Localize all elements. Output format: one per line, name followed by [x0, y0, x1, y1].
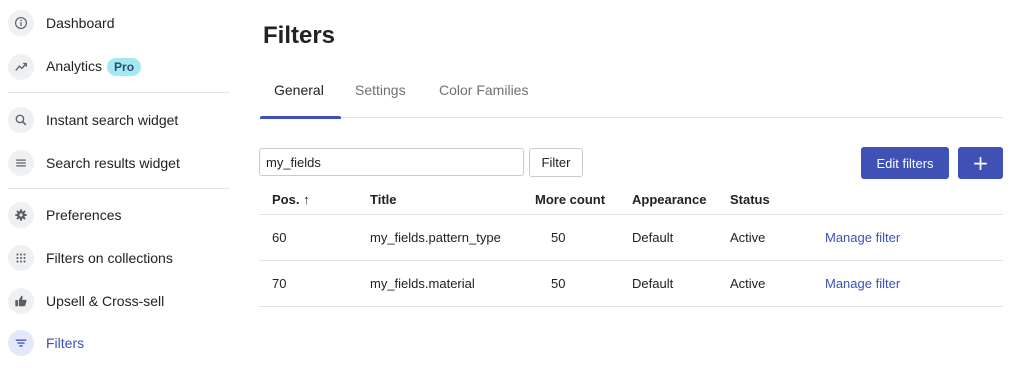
sidebar-item-filters[interactable]: Filters	[8, 327, 230, 359]
filter-button[interactable]: Filter	[529, 148, 583, 177]
sidebar-item-search-results-widget[interactable]: Search results widget	[8, 147, 230, 179]
search-input[interactable]	[259, 148, 524, 176]
manage-filter-link[interactable]: Manage filter	[825, 276, 900, 291]
cell-title: my_fields.material	[370, 276, 475, 291]
sidebar-item-analytics[interactable]: Analytics Pro	[8, 51, 230, 83]
column-header-pos[interactable]: Pos. ↑	[272, 192, 310, 207]
cell-title: my_fields.pattern_type	[370, 230, 501, 245]
sidebar-item-label: Filters	[46, 335, 85, 351]
gear-icon	[8, 202, 34, 228]
manage-filter-link[interactable]: Manage filter	[825, 230, 900, 245]
tab-color-families[interactable]: Color Families	[439, 82, 528, 98]
column-header-appearance: Appearance	[632, 192, 707, 207]
cell-status: Active	[730, 276, 766, 291]
info-icon	[8, 10, 34, 36]
add-filter-button[interactable]: +	[958, 147, 1003, 179]
sidebar-item-dashboard[interactable]: Dashboard	[8, 7, 230, 39]
tab-settings[interactable]: Settings	[355, 82, 406, 98]
sidebar-divider	[8, 92, 230, 93]
tab-bar: General Settings Color Families	[260, 76, 1003, 119]
sidebar: Dashboard Analytics Pro Instant search wi…	[0, 0, 230, 368]
cell-appearance: Default	[632, 230, 674, 245]
table-row: 70 my_fields.material 50 Default Active …	[259, 261, 1003, 307]
grid-icon	[8, 245, 34, 271]
sidebar-item-label: Instant search widget	[46, 112, 179, 128]
tab-general[interactable]: General	[274, 82, 324, 98]
sidebar-item-label: Analytics	[46, 58, 103, 74]
cell-more-count: 50	[551, 276, 566, 291]
cell-appearance: Default	[632, 276, 674, 291]
cell-status: Active	[730, 230, 766, 245]
cell-pos: 60	[272, 230, 287, 245]
sidebar-item-label: Upsell & Cross-sell	[46, 293, 165, 309]
sidebar-item-label: Search results widget	[46, 155, 180, 171]
filter-icon	[8, 330, 34, 356]
sidebar-item-label: Preferences	[46, 207, 122, 223]
cell-pos: 70	[272, 276, 287, 291]
thumbs-up-icon	[8, 288, 34, 314]
sidebar-item-filters-on-collections[interactable]: Filters on collections	[8, 242, 230, 274]
sidebar-divider	[8, 188, 230, 189]
edit-filters-button[interactable]: Edit filters	[861, 147, 949, 179]
list-icon	[8, 150, 34, 176]
table-row: 60 my_fields.pattern_type 50 Default Act…	[259, 215, 1003, 261]
table-header-row: Pos. ↑ Title More count Appearance Statu…	[259, 184, 1003, 215]
sidebar-item-label: Filters on collections	[46, 250, 173, 266]
filters-table: Pos. ↑ Title More count Appearance Statu…	[259, 184, 1003, 307]
sidebar-item-label: Dashboard	[46, 15, 115, 31]
page-title: Filters	[263, 22, 336, 49]
column-header-status: Status	[730, 192, 770, 207]
cell-more-count: 50	[551, 230, 566, 245]
column-header-more-count: More count	[535, 192, 606, 207]
sidebar-item-preferences[interactable]: Preferences	[8, 199, 230, 231]
column-header-title: Title	[370, 192, 397, 207]
search-icon	[8, 107, 34, 133]
trend-icon	[8, 54, 34, 80]
active-tab-indicator	[260, 116, 341, 119]
sidebar-item-instant-search-widget[interactable]: Instant search widget	[8, 104, 230, 136]
pro-badge: Pro	[107, 58, 142, 76]
sidebar-item-upsell-cross-sell[interactable]: Upsell & Cross-sell	[8, 285, 230, 317]
